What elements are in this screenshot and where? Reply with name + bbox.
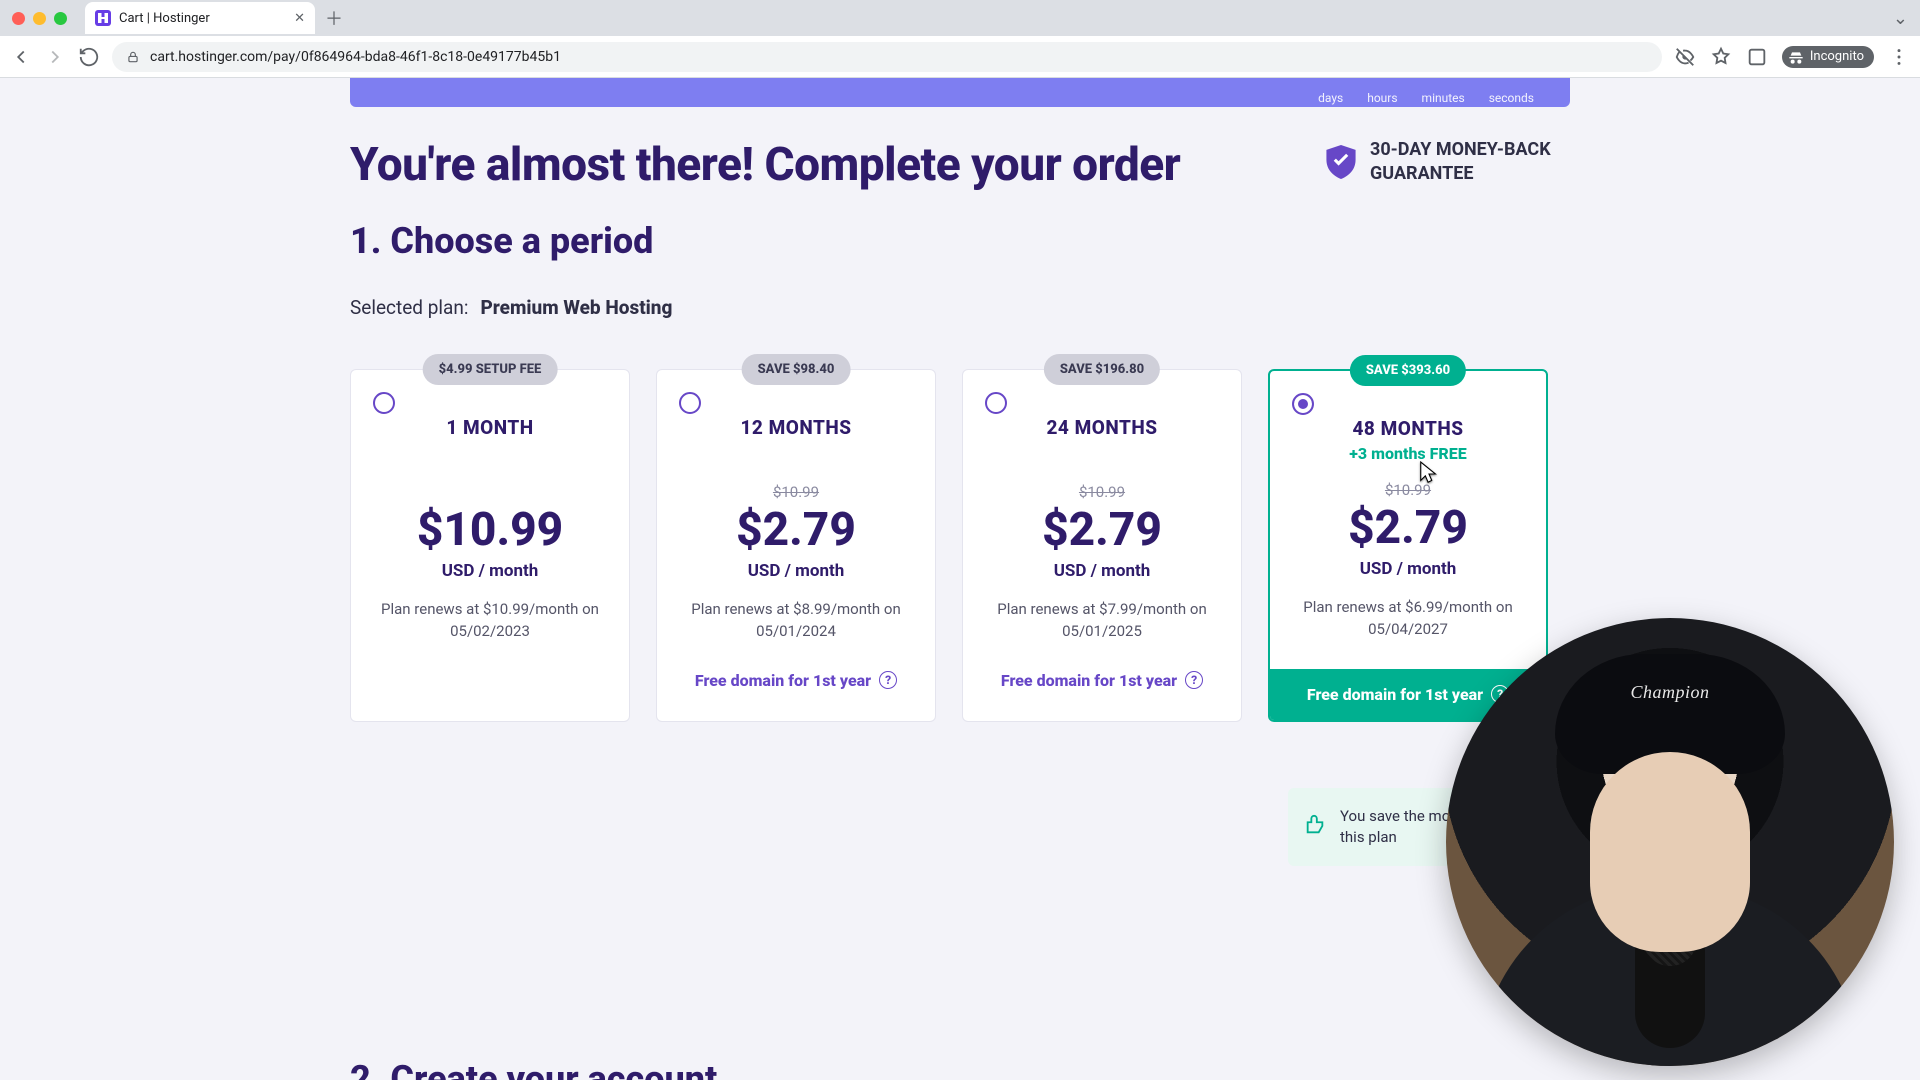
period-card-48m[interactable]: SAVE $393.60 48 MONTHS +3 months FREE $1… xyxy=(1268,369,1548,722)
thumbs-up-icon xyxy=(1304,814,1326,840)
card-per: USD / month xyxy=(369,561,611,581)
hostinger-favicon-icon xyxy=(95,10,111,26)
card-renew: Plan renews at $8.99/month on 05/01/2024 xyxy=(675,599,917,643)
step-1-title: 1. Choose a period xyxy=(350,220,1570,262)
tab-title: Cart | Hostinger xyxy=(119,11,286,26)
incognito-badge[interactable]: Incognito xyxy=(1782,46,1874,68)
free-domain-text: Free domain for 1st year xyxy=(1307,685,1483,704)
card-price: $10.99 xyxy=(369,503,611,557)
card-price: $2.79 xyxy=(981,503,1223,557)
bookmark-star-icon[interactable] xyxy=(1710,46,1732,68)
new-tab-button[interactable]: ＋ xyxy=(325,5,343,31)
countdown-hours: hours xyxy=(1367,91,1397,105)
page-title: You're almost there! Complete your order xyxy=(350,138,1180,192)
card-pill: SAVE $98.40 xyxy=(742,354,851,385)
lock-icon xyxy=(126,50,140,64)
webcam-overlay: Champion xyxy=(1446,618,1894,1066)
kebab-menu-icon[interactable] xyxy=(1888,46,1910,68)
page-viewport: days hours minutes seconds You're almost… xyxy=(0,78,1920,1080)
close-tab-button[interactable]: ✕ xyxy=(294,11,305,26)
card-pill: SAVE $393.60 xyxy=(1350,355,1466,386)
forward-button[interactable] xyxy=(44,46,66,68)
free-domain-text: Free domain for 1st year xyxy=(1001,671,1177,690)
extensions-icon[interactable] xyxy=(1746,46,1768,68)
card-price: $2.79 xyxy=(675,503,917,557)
card-pill: $4.99 SETUP FEE xyxy=(423,354,558,385)
help-icon[interactable]: ? xyxy=(879,671,897,689)
step-2-title: 2. Create your account xyxy=(350,1058,717,1080)
back-button[interactable] xyxy=(10,46,32,68)
window-minimize-button[interactable] xyxy=(33,12,46,25)
card-renew: Plan renews at $10.99/month on 05/02/202… xyxy=(369,599,611,643)
address-bar[interactable]: cart.hostinger.com/pay/0f864964-bda8-46f… xyxy=(112,42,1662,72)
guarantee-badge: 30-DAY MONEY-BACK GUARANTEE xyxy=(1326,138,1570,187)
tab-overflow-button[interactable]: ⌄ xyxy=(1893,8,1908,29)
window-close-button[interactable] xyxy=(12,12,25,25)
help-icon[interactable]: ? xyxy=(1185,671,1203,689)
radio-24m[interactable] xyxy=(985,392,1007,414)
url-text: cart.hostinger.com/pay/0f864964-bda8-46f… xyxy=(150,49,561,65)
countdown-banner: days hours minutes seconds xyxy=(350,78,1570,107)
cursor-icon xyxy=(1418,460,1440,488)
free-domain-text: Free domain for 1st year xyxy=(695,671,871,690)
selected-plan-label: Selected plan: xyxy=(350,296,468,319)
free-domain-note: Free domain for 1st year ? xyxy=(981,671,1223,690)
card-per: USD / month xyxy=(981,561,1223,581)
selected-plan-row: Selected plan: Premium Web Hosting xyxy=(350,296,1570,319)
browser-toolbar: cart.hostinger.com/pay/0f864964-bda8-46f… xyxy=(0,36,1920,78)
card-strike: $10.99 xyxy=(675,483,917,501)
radio-12m[interactable] xyxy=(679,392,701,414)
period-card-12m[interactable]: SAVE $98.40 12 MONTHS $10.99 $2.79 USD /… xyxy=(656,369,936,722)
card-per: USD / month xyxy=(675,561,917,581)
countdown-seconds: seconds xyxy=(1489,91,1534,105)
countdown-minutes: minutes xyxy=(1422,91,1465,105)
card-renew: Plan renews at $7.99/month on 05/01/2025 xyxy=(981,599,1223,643)
window-zoom-button[interactable] xyxy=(54,12,67,25)
card-duration: 1 MONTH xyxy=(369,416,611,439)
card-duration: 12 MONTHS xyxy=(675,416,917,439)
countdown-days: days xyxy=(1318,91,1343,105)
card-pill: SAVE $196.80 xyxy=(1044,354,1160,385)
card-strike: $10.99 xyxy=(981,483,1223,501)
free-domain-note: Free domain for 1st year ? xyxy=(675,671,917,690)
shield-check-icon xyxy=(1326,145,1356,179)
card-bonus: +3 months FREE xyxy=(1288,444,1528,463)
card-renew: Plan renews at $6.99/month on 05/04/2027 xyxy=(1288,597,1528,641)
incognito-label: Incognito xyxy=(1810,49,1864,64)
card-strike: $10.99 xyxy=(1288,481,1528,499)
radio-48m[interactable] xyxy=(1292,393,1314,415)
guarantee-text: 30-DAY MONEY-BACK GUARANTEE xyxy=(1370,138,1570,187)
selected-plan-name: Premium Web Hosting xyxy=(480,296,672,319)
cap-brand-text: Champion xyxy=(1630,682,1709,703)
window-controls xyxy=(12,12,67,25)
eye-off-icon[interactable] xyxy=(1674,46,1696,68)
period-cards: $4.99 SETUP FEE 1 MONTH $0 $10.99 USD / … xyxy=(350,369,1570,722)
microphone-icon xyxy=(1635,868,1705,1048)
browser-tab[interactable]: Cart | Hostinger ✕ xyxy=(85,2,315,34)
browser-tab-bar: Cart | Hostinger ✕ ＋ ⌄ xyxy=(0,0,1920,36)
reload-button[interactable] xyxy=(78,46,100,68)
card-price: $2.79 xyxy=(1288,501,1528,555)
incognito-icon xyxy=(1788,49,1804,65)
period-card-24m[interactable]: SAVE $196.80 24 MONTHS $10.99 $2.79 USD … xyxy=(962,369,1242,722)
period-card-1m[interactable]: $4.99 SETUP FEE 1 MONTH $0 $10.99 USD / … xyxy=(350,369,630,722)
radio-1m[interactable] xyxy=(373,392,395,414)
card-duration: 24 MONTHS xyxy=(981,416,1223,439)
card-duration: 48 MONTHS xyxy=(1288,417,1528,440)
card-per: USD / month xyxy=(1288,559,1528,579)
